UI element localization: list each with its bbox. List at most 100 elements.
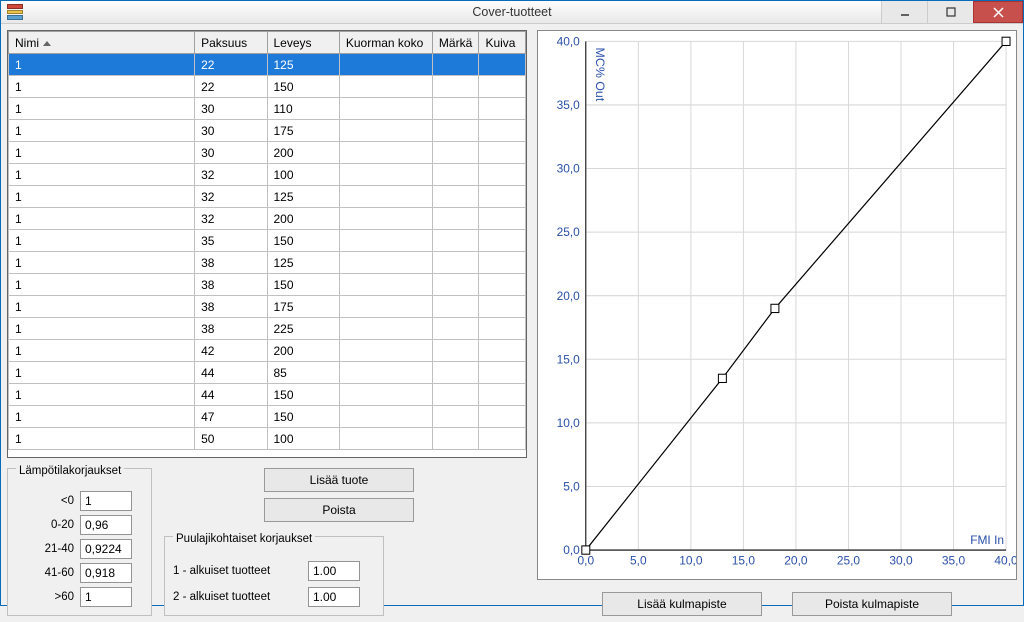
cell[interactable]: 1 xyxy=(9,406,195,428)
cell[interactable] xyxy=(479,318,526,340)
product-grid[interactable]: NimiPaksuusLeveysKuorman kokoMärkäKuiva … xyxy=(7,30,527,458)
column-header[interactable]: Kuiva xyxy=(479,32,526,54)
cell[interactable] xyxy=(339,406,432,428)
cell[interactable] xyxy=(339,296,432,318)
cell[interactable]: 85 xyxy=(267,362,339,384)
column-header[interactable]: Paksuus xyxy=(195,32,267,54)
table-row[interactable]: 150100 xyxy=(9,428,526,450)
cell[interactable]: 200 xyxy=(267,142,339,164)
column-header[interactable]: Leveys xyxy=(267,32,339,54)
table-row[interactable]: 138150 xyxy=(9,274,526,296)
column-header[interactable]: Märkä xyxy=(432,32,479,54)
add-product-button[interactable]: Lisää tuote xyxy=(264,468,414,492)
cell[interactable]: 30 xyxy=(195,120,267,142)
table-row[interactable]: 122125 xyxy=(9,54,526,76)
cell[interactable] xyxy=(432,362,479,384)
table-row[interactable]: 142200 xyxy=(9,340,526,362)
cell[interactable] xyxy=(479,384,526,406)
cell[interactable] xyxy=(432,340,479,362)
table-row[interactable]: 144150 xyxy=(9,384,526,406)
cell[interactable] xyxy=(432,230,479,252)
cell[interactable] xyxy=(339,318,432,340)
table-row[interactable]: 132100 xyxy=(9,164,526,186)
cell[interactable]: 1 xyxy=(9,362,195,384)
cell[interactable] xyxy=(339,98,432,120)
cell[interactable] xyxy=(432,120,479,142)
table-row[interactable]: 132200 xyxy=(9,208,526,230)
cell[interactable] xyxy=(479,142,526,164)
table-row[interactable]: 138125 xyxy=(9,252,526,274)
table-row[interactable]: 130175 xyxy=(9,120,526,142)
cell[interactable] xyxy=(432,142,479,164)
cell[interactable]: 22 xyxy=(195,76,267,98)
cell[interactable]: 1 xyxy=(9,384,195,406)
cell[interactable]: 1 xyxy=(9,252,195,274)
cell[interactable] xyxy=(339,142,432,164)
cell[interactable]: 30 xyxy=(195,142,267,164)
cell[interactable] xyxy=(479,252,526,274)
cell[interactable]: 38 xyxy=(195,318,267,340)
cell[interactable] xyxy=(432,208,479,230)
cell[interactable] xyxy=(479,340,526,362)
cell[interactable]: 225 xyxy=(267,318,339,340)
cell[interactable] xyxy=(479,164,526,186)
cell[interactable] xyxy=(339,54,432,76)
cell[interactable]: 150 xyxy=(267,384,339,406)
cell[interactable]: 1 xyxy=(9,230,195,252)
cell[interactable]: 32 xyxy=(195,208,267,230)
cell[interactable]: 38 xyxy=(195,274,267,296)
cell[interactable]: 1 xyxy=(9,164,195,186)
cell[interactable]: 1 xyxy=(9,76,195,98)
cell[interactable] xyxy=(339,274,432,296)
cell[interactable]: 1 xyxy=(9,54,195,76)
cell[interactable] xyxy=(479,76,526,98)
table-row[interactable]: 135150 xyxy=(9,230,526,252)
cell[interactable] xyxy=(339,208,432,230)
table-row[interactable]: 14485 xyxy=(9,362,526,384)
cell[interactable] xyxy=(479,186,526,208)
species-input[interactable] xyxy=(308,561,360,581)
cell[interactable] xyxy=(479,274,526,296)
cell[interactable]: 44 xyxy=(195,362,267,384)
cell[interactable] xyxy=(432,164,479,186)
column-header[interactable]: Nimi xyxy=(9,32,195,54)
remove-point-button[interactable]: Poista kulmapiste xyxy=(792,592,952,616)
titlebar[interactable]: Cover-tuotteet xyxy=(1,1,1023,24)
cell[interactable]: 38 xyxy=(195,296,267,318)
cell[interactable]: 100 xyxy=(267,164,339,186)
cell[interactable]: 100 xyxy=(267,428,339,450)
cell[interactable]: 125 xyxy=(267,54,339,76)
cell[interactable]: 32 xyxy=(195,186,267,208)
cell[interactable] xyxy=(432,384,479,406)
cell[interactable]: 175 xyxy=(267,296,339,318)
cell[interactable]: 50 xyxy=(195,428,267,450)
cell[interactable] xyxy=(432,54,479,76)
cell[interactable] xyxy=(432,274,479,296)
cell[interactable] xyxy=(432,318,479,340)
cell[interactable]: 150 xyxy=(267,76,339,98)
cell[interactable]: 150 xyxy=(267,230,339,252)
cell[interactable] xyxy=(479,230,526,252)
table-row[interactable]: 138225 xyxy=(9,318,526,340)
cell[interactable]: 110 xyxy=(267,98,339,120)
cell[interactable] xyxy=(339,428,432,450)
cell[interactable]: 1 xyxy=(9,274,195,296)
cell[interactable]: 1 xyxy=(9,98,195,120)
temp-input[interactable] xyxy=(80,587,132,607)
table-row[interactable]: 130200 xyxy=(9,142,526,164)
cell[interactable] xyxy=(479,98,526,120)
cell[interactable] xyxy=(432,98,479,120)
cell[interactable] xyxy=(432,76,479,98)
cell[interactable]: 200 xyxy=(267,340,339,362)
remove-button[interactable]: Poista xyxy=(264,498,414,522)
cell[interactable] xyxy=(479,208,526,230)
cell[interactable] xyxy=(432,428,479,450)
maximize-button[interactable] xyxy=(927,1,973,23)
cell[interactable]: 1 xyxy=(9,186,195,208)
close-button[interactable] xyxy=(973,1,1023,23)
cell[interactable]: 44 xyxy=(195,384,267,406)
temp-input[interactable] xyxy=(80,539,132,559)
table-row[interactable]: 130110 xyxy=(9,98,526,120)
cell[interactable]: 47 xyxy=(195,406,267,428)
minimize-button[interactable] xyxy=(881,1,927,23)
